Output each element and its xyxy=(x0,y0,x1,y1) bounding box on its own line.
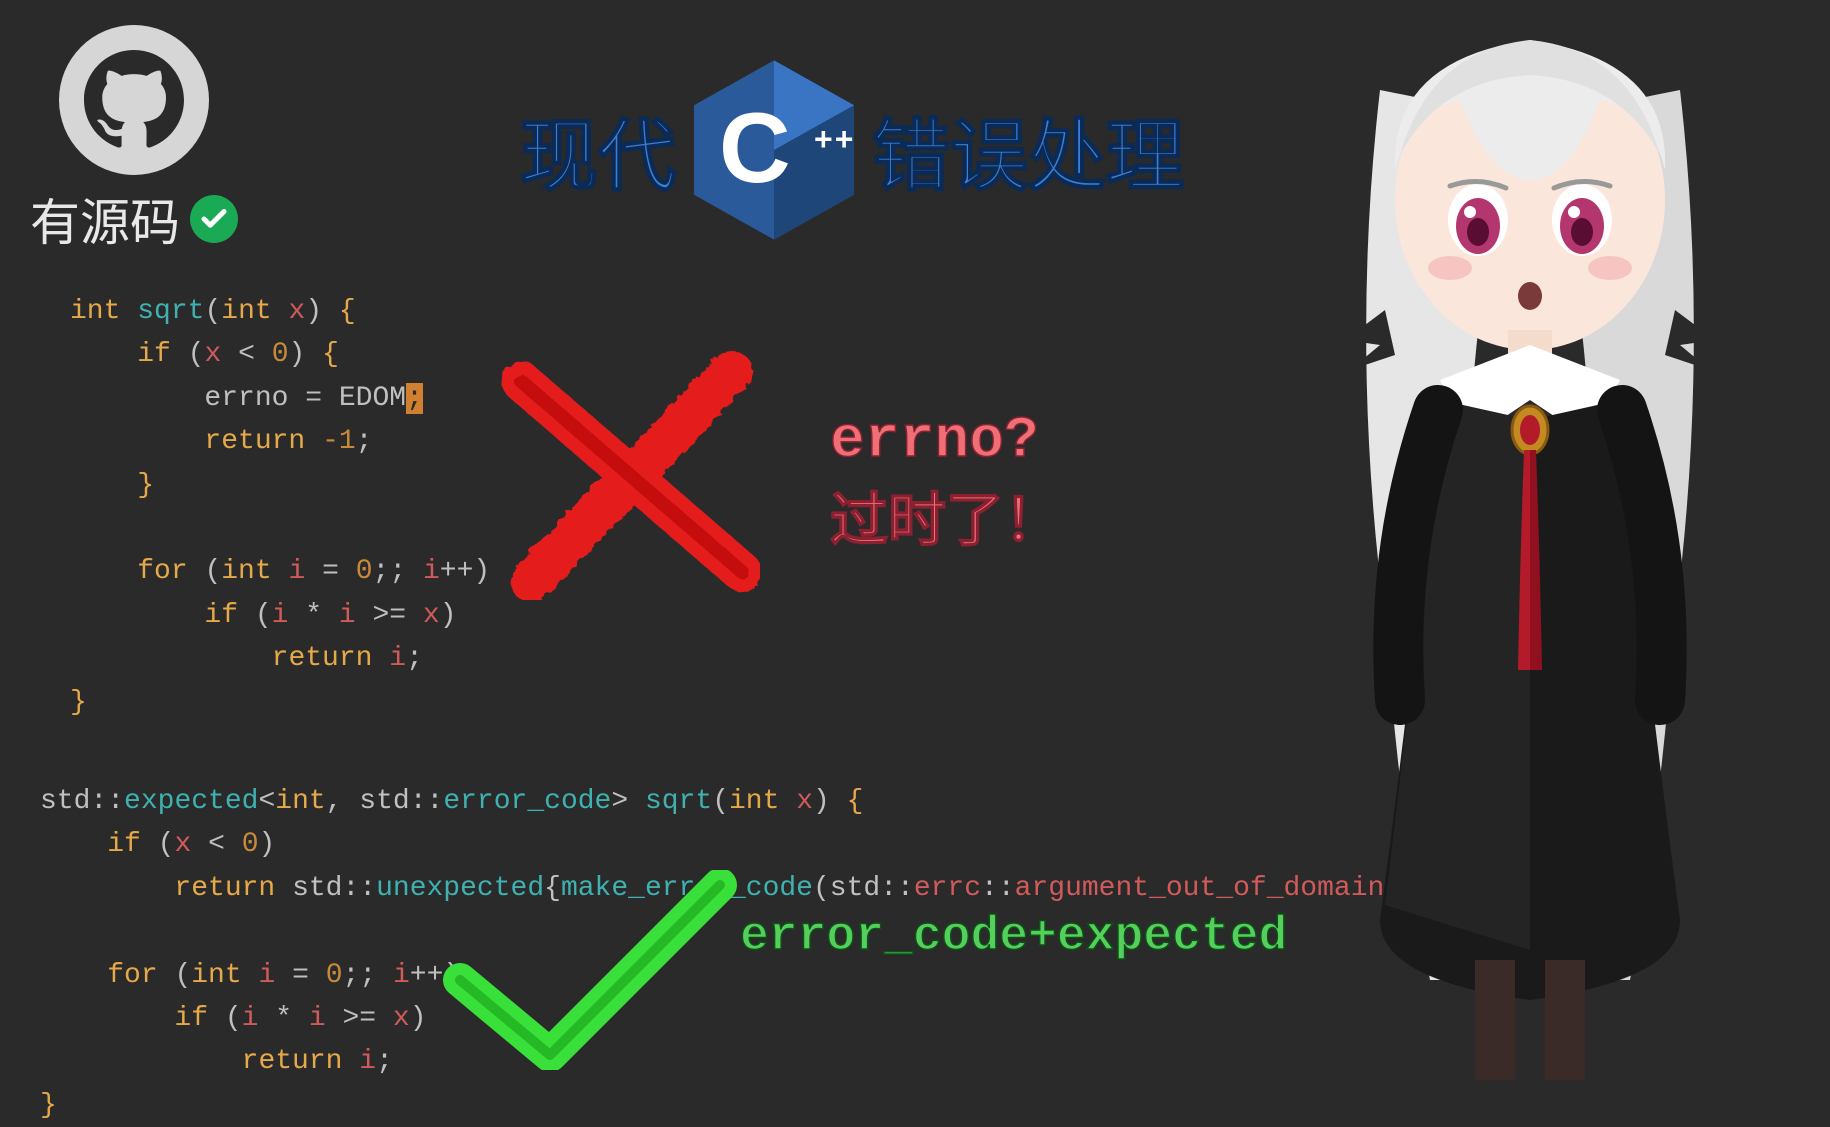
github-icon xyxy=(59,25,209,175)
errno-callout: errno? 过时了！ xyxy=(830,400,1062,568)
title-row: 现代 C + + 错误处理 xyxy=(520,60,1184,240)
source-label: 有源码 xyxy=(30,183,180,255)
errno-line1: errno? xyxy=(830,400,1062,484)
anime-character-illustration xyxy=(1230,0,1830,1080)
svg-text:C: C xyxy=(719,93,791,204)
github-source-badge: 有源码 xyxy=(30,25,238,255)
svg-text:+: + xyxy=(814,121,833,157)
modern-callout: error_code+expected xyxy=(740,910,1287,964)
red-x-mark-icon xyxy=(500,340,760,600)
svg-text:+: + xyxy=(835,121,854,157)
title-left: 现代 xyxy=(520,94,676,206)
code-block-old: int sqrt(int x) { if (x < 0) { errno = E… xyxy=(70,290,490,724)
title-right: 错误处理 xyxy=(872,94,1184,206)
cpp-logo-icon: C + + xyxy=(694,60,854,240)
errno-line2: 过时了！ xyxy=(830,484,1062,568)
check-icon xyxy=(190,195,238,243)
green-check-icon xyxy=(440,870,740,1070)
